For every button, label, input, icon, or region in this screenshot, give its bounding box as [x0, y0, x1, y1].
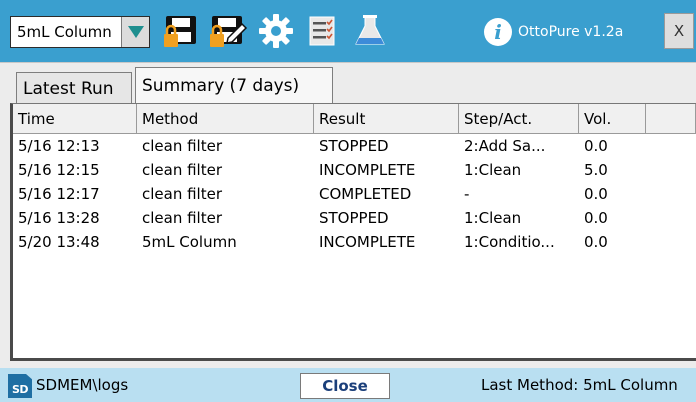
- cell-step: 2:Add Sa...: [464, 137, 546, 155]
- settings-gear-icon[interactable]: [256, 12, 296, 50]
- cell-step: 1:Conditio...: [464, 233, 555, 251]
- dropdown-arrow-icon[interactable]: [121, 17, 149, 47]
- column-header-spacer: [646, 104, 696, 134]
- status-bar: SD SDMEM\logs Close Last Method: 5mL Col…: [0, 368, 696, 402]
- lock-edit-icon[interactable]: [208, 12, 248, 50]
- last-method-label: Last Method: 5mL Column: [481, 376, 678, 394]
- table-row[interactable]: 5/16 13:28 clean filter STOPPED 1:Clean …: [13, 206, 696, 230]
- app-title: OttoPure v1.2a: [518, 24, 624, 40]
- table-row[interactable]: 5/16 12:17 clean filter COMPLETED - 0.0: [13, 182, 696, 206]
- cell-volume: 0.0: [584, 209, 608, 227]
- tab-latest-run[interactable]: Latest Run: [16, 72, 132, 104]
- column-header-step[interactable]: Step/Act.: [459, 104, 579, 134]
- column-header-method[interactable]: Method: [137, 104, 314, 134]
- cell-volume: 5.0: [584, 161, 608, 179]
- column-header-volume[interactable]: Vol.: [579, 104, 646, 134]
- close-window-button[interactable]: X: [664, 13, 694, 49]
- cell-volume: 0.0: [584, 185, 608, 203]
- cell-result: INCOMPLETE: [319, 233, 416, 251]
- cell-step: 1:Clean: [464, 209, 522, 227]
- table-header: Time Method Result Step/Act. Vol.: [13, 104, 696, 134]
- cell-time: 5/16 12:17: [18, 185, 100, 203]
- cell-time: 5/16 12:13: [18, 137, 100, 155]
- log-panel: Latest Run Summary (7 days) Time Method …: [0, 62, 696, 368]
- cell-time: 5/20 13:48: [18, 233, 100, 251]
- checklist-icon[interactable]: [302, 12, 342, 50]
- table-row[interactable]: 5/20 13:48 5mL Column INCOMPLETE 1:Condi…: [13, 230, 696, 254]
- cell-method: clean filter: [142, 161, 223, 179]
- close-button[interactable]: Close: [300, 373, 390, 399]
- cell-method: clean filter: [142, 209, 223, 227]
- cell-time: 5/16 12:15: [18, 161, 100, 179]
- summary-table: Time Method Result Step/Act. Vol. 5/16 1…: [10, 103, 696, 361]
- cell-result: STOPPED: [319, 137, 389, 155]
- app-badge: i OttoPure v1.2a: [484, 16, 623, 48]
- cell-method: clean filter: [142, 137, 223, 155]
- cell-result: COMPLETED: [319, 185, 412, 203]
- method-select-value: 5mL Column: [17, 23, 112, 41]
- lock-save-icon[interactable]: [162, 12, 202, 50]
- toolbar: 5mL Column i OttoPure v1.2a X: [0, 0, 696, 62]
- cell-method: clean filter: [142, 185, 223, 203]
- method-select[interactable]: 5mL Column: [10, 16, 150, 48]
- table-row[interactable]: 5/16 12:15 clean filter INCOMPLETE 1:Cle…: [13, 158, 696, 182]
- cell-step: 1:Clean: [464, 161, 522, 179]
- cell-method: 5mL Column: [142, 233, 237, 251]
- column-header-time[interactable]: Time: [13, 104, 137, 134]
- cell-time: 5/16 13:28: [18, 209, 100, 227]
- cell-volume: 0.0: [584, 137, 608, 155]
- cell-volume: 0.0: [584, 233, 608, 251]
- info-icon[interactable]: i: [484, 18, 512, 46]
- cell-step: -: [464, 185, 470, 203]
- cell-result: STOPPED: [319, 209, 389, 227]
- sd-card-icon: SD: [8, 374, 32, 398]
- column-header-result[interactable]: Result: [314, 104, 459, 134]
- log-path-label: SDMEM\logs: [36, 376, 129, 394]
- table-body: 5/16 12:13 clean filter STOPPED 2:Add Sa…: [13, 134, 696, 254]
- table-row[interactable]: 5/16 12:13 clean filter STOPPED 2:Add Sa…: [13, 134, 696, 158]
- flask-icon[interactable]: [350, 12, 390, 50]
- tab-summary[interactable]: Summary (7 days): [135, 67, 333, 103]
- cell-result: INCOMPLETE: [319, 161, 416, 179]
